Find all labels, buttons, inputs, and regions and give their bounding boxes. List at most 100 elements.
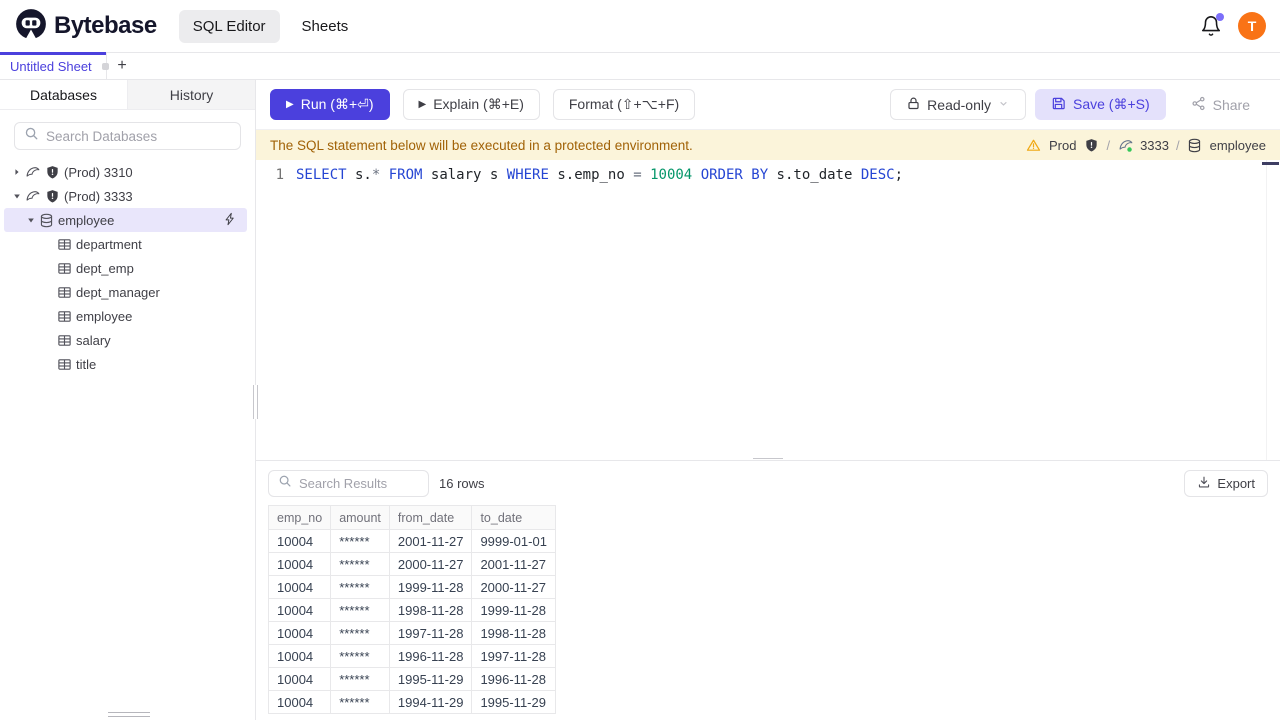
- results-cell[interactable]: 2000-11-27: [471, 575, 556, 599]
- tree-item-title[interactable]: title: [4, 352, 247, 376]
- sidebar-resize-handle[interactable]: [253, 385, 258, 419]
- tree-item--prod-3333[interactable]: (Prod) 3333: [4, 184, 247, 208]
- results-cell[interactable]: ******: [330, 690, 390, 714]
- results-cell[interactable]: 1997-11-28: [388, 621, 473, 645]
- sheet-tab-untitled[interactable]: Untitled Sheet: [0, 52, 109, 79]
- sql-code-editor[interactable]: 1 SELECT s.* FROM salary s WHERE s.emp_n…: [256, 160, 1280, 460]
- results-panel: 16 rows Export emp_noamountfrom_dateto_d…: [256, 460, 1280, 720]
- tree-item-employee[interactable]: employee: [4, 208, 247, 232]
- tree-item-salary[interactable]: salary: [4, 328, 247, 352]
- caret-down-icon[interactable]: [24, 215, 38, 225]
- bytebase-logo[interactable]: Bytebase: [14, 7, 157, 46]
- results-cell[interactable]: 1995-11-29: [388, 667, 473, 691]
- results-cell[interactable]: 10004: [267, 529, 332, 553]
- results-cell[interactable]: 10004: [267, 621, 332, 645]
- readonly-mode-dropdown[interactable]: Read-only: [890, 89, 1026, 120]
- sql-token: s.to_date: [768, 167, 861, 183]
- results-cell[interactable]: 10004: [267, 575, 332, 599]
- nav-tab-sql-editor[interactable]: SQL Editor: [178, 9, 280, 43]
- results-cell[interactable]: ******: [330, 621, 390, 645]
- results-column-header[interactable]: emp_no: [267, 505, 332, 530]
- tree-item-department[interactable]: department: [4, 232, 247, 256]
- sheet-tabbar: Untitled Sheet +: [0, 52, 1280, 80]
- results-cell[interactable]: 1996-11-28: [388, 644, 473, 668]
- sql-token: FROM: [388, 167, 423, 183]
- format-button[interactable]: Format (⇧+⌥+F): [552, 89, 696, 120]
- results-cell[interactable]: 9999-01-01: [471, 529, 556, 553]
- tree-item-label: dept_emp: [76, 260, 134, 276]
- share-button[interactable]: Share: [1174, 89, 1266, 120]
- results-cell[interactable]: 10004: [267, 644, 332, 668]
- results-resize-handle[interactable]: [753, 458, 783, 460]
- tree-item--prod-3310[interactable]: (Prod) 3310: [4, 160, 247, 184]
- run-button[interactable]: ▶ Run (⌘+⏎): [270, 89, 390, 120]
- sidebar-horizontal-scrollbar[interactable]: [108, 712, 150, 717]
- database-search-input[interactable]: [46, 128, 231, 144]
- results-cell[interactable]: ******: [330, 529, 390, 553]
- sidebar-tabs: Databases History: [0, 80, 255, 110]
- results-cell[interactable]: 10004: [267, 598, 332, 622]
- database-label[interactable]: employee: [1210, 138, 1266, 153]
- results-cell[interactable]: 1997-11-28: [471, 644, 556, 668]
- results-cell[interactable]: 10004: [267, 667, 332, 691]
- database-icon: [1187, 137, 1203, 153]
- results-row: 10004 ****** 2001-11-27 9999-01-01: [267, 529, 556, 553]
- tree-item-dept-emp[interactable]: dept_emp: [4, 256, 247, 280]
- results-row: 10004 ****** 1997-11-28 1998-11-28: [267, 621, 556, 645]
- instance-label[interactable]: 3333: [1140, 138, 1169, 153]
- results-cell[interactable]: ******: [330, 575, 390, 599]
- lock-icon: [906, 96, 921, 114]
- caret-down-icon[interactable]: [10, 191, 24, 201]
- sql-token: salary s: [422, 167, 507, 183]
- results-cell[interactable]: 10004: [267, 690, 332, 714]
- table-icon: [56, 284, 72, 300]
- results-row: 10004 ****** 2000-11-27 2001-11-27: [267, 552, 556, 576]
- results-cell[interactable]: 1996-11-28: [471, 667, 556, 691]
- results-cell[interactable]: 2001-11-27: [388, 529, 473, 553]
- sql-token: s.: [346, 167, 372, 183]
- tree-item-employee[interactable]: employee: [4, 304, 247, 328]
- results-cell[interactable]: 1999-11-28: [471, 598, 556, 622]
- results-cell[interactable]: 1998-11-28: [471, 621, 556, 645]
- warning-triangle-icon: [1026, 137, 1042, 153]
- search-icon: [24, 126, 39, 146]
- table-icon: [56, 236, 72, 252]
- sheet-dirty-indicator[interactable]: [101, 62, 109, 70]
- results-cell[interactable]: ******: [330, 644, 390, 668]
- results-cell[interactable]: 10004: [267, 552, 332, 576]
- sheet-tab-label: Untitled Sheet: [10, 58, 92, 74]
- caret-right-icon[interactable]: [10, 167, 24, 177]
- sql-token: SELECT: [296, 167, 347, 183]
- results-cell[interactable]: 2000-11-27: [388, 552, 473, 576]
- results-cell[interactable]: ******: [330, 598, 390, 622]
- results-search: [268, 469, 475, 497]
- notifications-bell-icon[interactable]: [1200, 13, 1224, 37]
- results-cell[interactable]: 1994-11-29: [388, 690, 473, 714]
- quick-action-bolt-icon[interactable]: [223, 212, 239, 228]
- results-cell[interactable]: 1999-11-28: [388, 575, 473, 599]
- results-column-header[interactable]: from_date: [388, 505, 473, 530]
- sql-token: WHERE: [506, 167, 549, 183]
- play-icon: ▶: [418, 99, 427, 110]
- tree-item-label: employee: [76, 308, 133, 324]
- results-cell[interactable]: 1995-11-29: [471, 690, 556, 714]
- table-icon: [56, 332, 72, 348]
- new-sheet-button[interactable]: +: [107, 53, 137, 79]
- results-column-header[interactable]: amount: [330, 505, 390, 530]
- results-column-header[interactable]: to_date: [471, 505, 556, 530]
- save-button[interactable]: Save (⌘+S): [1035, 89, 1166, 120]
- results-row: 10004 ****** 1996-11-28 1997-11-28: [267, 644, 556, 668]
- nav-tab-sheets[interactable]: Sheets: [288, 10, 363, 43]
- tab-databases[interactable]: Databases: [0, 80, 128, 109]
- tab-history[interactable]: History: [128, 80, 255, 109]
- tree-item-dept-manager[interactable]: dept_manager: [4, 280, 247, 304]
- results-cell[interactable]: 1998-11-28: [388, 598, 473, 622]
- explain-button[interactable]: ▶ Explain (⌘+E): [402, 89, 540, 120]
- results-cell[interactable]: 2001-11-27: [471, 552, 556, 576]
- results-cell[interactable]: ******: [330, 552, 390, 576]
- user-avatar[interactable]: T: [1238, 12, 1266, 40]
- export-button[interactable]: Export: [1184, 469, 1268, 497]
- results-cell[interactable]: ******: [330, 667, 390, 691]
- share-icon: [1191, 96, 1206, 114]
- tree-item-label: department: [76, 236, 142, 252]
